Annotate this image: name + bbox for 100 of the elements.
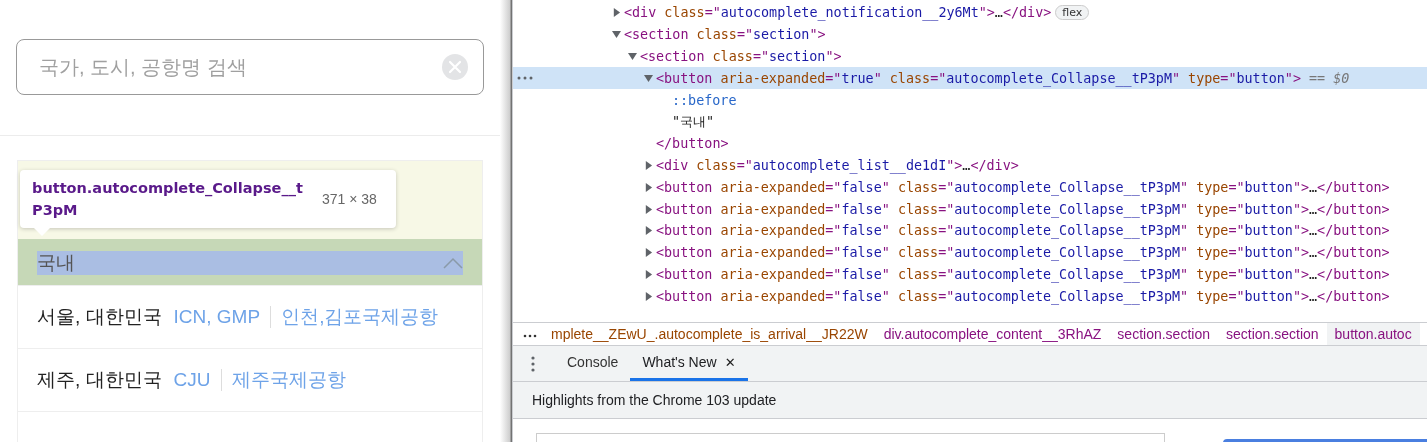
markup-text: "> xyxy=(1292,201,1310,217)
dom-node-row[interactable]: <div class="autocomplete_notification__2y6Mt">…</div> flex xyxy=(513,2,1427,24)
markup-text: " xyxy=(881,201,891,217)
expand-triangle-icon[interactable] xyxy=(644,182,653,192)
attribute-value: false xyxy=(841,266,882,282)
attribute-name: type xyxy=(1196,288,1229,304)
dom-node-row[interactable]: "국내" xyxy=(513,111,1427,133)
expand-triangle-icon[interactable] xyxy=(644,248,653,258)
markup-text: =" xyxy=(930,70,947,86)
expand-triangle-icon[interactable] xyxy=(644,291,653,301)
attribute-value: button xyxy=(1244,245,1293,261)
dom-node-row[interactable]: <button aria-expanded="false" class="autocomplete_Collapse__tP3pM" type="button">…</button> xyxy=(513,263,1427,286)
markup-text: </button> xyxy=(1317,179,1390,195)
attribute-name: class xyxy=(897,223,939,239)
markup-text: =" xyxy=(825,201,842,217)
drawer-tab[interactable]: Console xyxy=(555,346,631,381)
attribute-name: class xyxy=(897,179,939,195)
markup-text: " xyxy=(873,70,883,86)
attribute-value: button xyxy=(1244,223,1293,239)
attribute-value: autocomplete_Collapse__tP3pM xyxy=(954,266,1181,282)
markup-text: " xyxy=(881,288,891,304)
dom-node-row[interactable]: <button aria-expanded="false" class="autocomplete_Collapse__tP3pM" type="button">…</button> xyxy=(513,241,1427,264)
attribute-name: type xyxy=(1196,179,1229,195)
breadcrumb[interactable]: section.section xyxy=(1217,323,1327,345)
expand-triangle-icon[interactable] xyxy=(644,269,653,279)
markup-text: " xyxy=(1180,201,1190,217)
dom-node-row[interactable]: ::before xyxy=(513,89,1427,111)
search-field[interactable]: 국가, 도시, 공항명 검색 xyxy=(16,39,484,95)
markup-text: </button> xyxy=(1317,223,1390,239)
markup-text: <button xyxy=(656,201,714,217)
markup-text: =" xyxy=(1228,179,1245,195)
collapse-triangle-icon[interactable] xyxy=(628,52,637,61)
airport-name: 인천,김포국제공항 xyxy=(280,305,439,329)
markup-text: =" xyxy=(938,288,955,304)
markup-text: =" xyxy=(825,223,842,239)
attribute-name: type xyxy=(1188,70,1221,86)
attribute-value: button xyxy=(1244,179,1293,195)
dom-node-row[interactable]: <section class="section"> xyxy=(513,23,1427,46)
markup-text: " xyxy=(1180,288,1190,304)
markup-text: =" xyxy=(825,179,842,195)
dom-node-row[interactable]: </button> xyxy=(513,132,1427,155)
attribute-value: button xyxy=(1244,201,1293,217)
section-toggle[interactable]: 국내 xyxy=(18,239,482,285)
markup-text: =" xyxy=(1220,70,1237,86)
tab-label: Console xyxy=(567,354,619,370)
menu-icon[interactable] xyxy=(531,355,535,372)
markup-text: " xyxy=(1180,266,1190,282)
collapse-triangle-icon[interactable] xyxy=(644,73,653,83)
markup-text: =" xyxy=(938,179,955,195)
collapse-triangle-icon[interactable] xyxy=(612,30,621,40)
breadcrumb[interactable]: div.autocomplete_content__3RhAZ xyxy=(875,323,1110,345)
dom-node-row[interactable]: <section class="section"> xyxy=(513,45,1427,68)
markup-text: <section xyxy=(624,27,690,43)
attribute-value: false xyxy=(841,179,882,195)
expand-triangle-icon[interactable] xyxy=(644,204,653,214)
more-options-icon[interactable] xyxy=(517,76,533,81)
markup-text: " xyxy=(881,266,891,282)
attribute-value: button xyxy=(1244,266,1293,282)
close-icon[interactable]: ✕ xyxy=(724,354,736,370)
tab-label: What's New xyxy=(642,354,717,370)
markup-text: =" xyxy=(752,49,769,64)
attribute-name: type xyxy=(1196,201,1229,217)
result-row[interactable]: 서울, 대한민국 ICN, GMP 인천,김포국제공항 xyxy=(18,285,482,348)
dom-node-row[interactable]: <button aria-expanded="false" class="autocomplete_Collapse__tP3pM" type="button">…</button> xyxy=(513,176,1427,199)
attribute-name: aria-expanded xyxy=(720,288,826,304)
dom-node-row[interactable]: <button aria-expanded="false" class="autocomplete_Collapse__tP3pM" type="button">…</button> xyxy=(513,219,1427,242)
attribute-name: aria-expanded xyxy=(720,201,826,217)
dom-node-row[interactable]: <div class="autocomplete_list__de1dI">…</div> xyxy=(513,154,1427,177)
attribute-value: autocomplete_Collapse__tP3pM xyxy=(954,245,1181,261)
markup-text: =" xyxy=(1228,245,1245,261)
markup-text: =" xyxy=(1228,201,1245,217)
more-icon[interactable] xyxy=(523,334,537,338)
markup-text: "> xyxy=(1292,245,1310,261)
dom-node-row[interactable]: <button aria-expanded="false" class="autocomplete_Collapse__tP3pM" type="button">…</button> xyxy=(513,285,1427,308)
attribute-name: class xyxy=(897,266,939,282)
expand-triangle-icon[interactable] xyxy=(644,160,653,170)
expand-triangle-icon[interactable] xyxy=(612,8,621,18)
dom-node-row[interactable]: <button aria-expanded="true" class="autocomplete_Collapse__tP3pM" type="button"> == $0 xyxy=(513,67,1427,90)
expand-triangle-icon[interactable] xyxy=(644,226,653,236)
markup-text: =" xyxy=(736,157,753,173)
attribute-value: autocomplete_Collapse__tP3pM xyxy=(954,223,1181,239)
breadcrumb[interactable]: section.section xyxy=(1109,323,1218,345)
markup-text: <button xyxy=(656,223,714,239)
attribute-value: false xyxy=(841,245,882,261)
markup-text: =" xyxy=(938,266,955,282)
dom-node-row[interactable]: <button aria-expanded="false" class="autocomplete_Collapse__tP3pM" type="button">…</button> xyxy=(513,198,1427,220)
markup-text: <button xyxy=(656,288,714,304)
attribute-name: type xyxy=(1196,223,1229,239)
markup-text: </button> xyxy=(1317,288,1390,304)
markup-text: =" xyxy=(1228,266,1245,282)
attribute-name: type xyxy=(1196,266,1229,282)
markup-text: <button xyxy=(656,70,714,86)
breadcrumb[interactable]: mplete__ZEwU_.autocomplete_is_arrival__JR22W xyxy=(543,323,876,345)
markup-text: " xyxy=(1180,179,1190,195)
result-row[interactable]: 제주, 대한민국 CJU 제주국제공항 xyxy=(18,348,482,411)
markup-text: =" xyxy=(825,266,842,282)
attribute-name: aria-expanded xyxy=(720,266,826,282)
breadcrumb[interactable]: button.autoc xyxy=(1326,323,1420,345)
markup-text: =" xyxy=(1228,223,1245,239)
layout-badge[interactable]: flex xyxy=(1055,5,1090,21)
